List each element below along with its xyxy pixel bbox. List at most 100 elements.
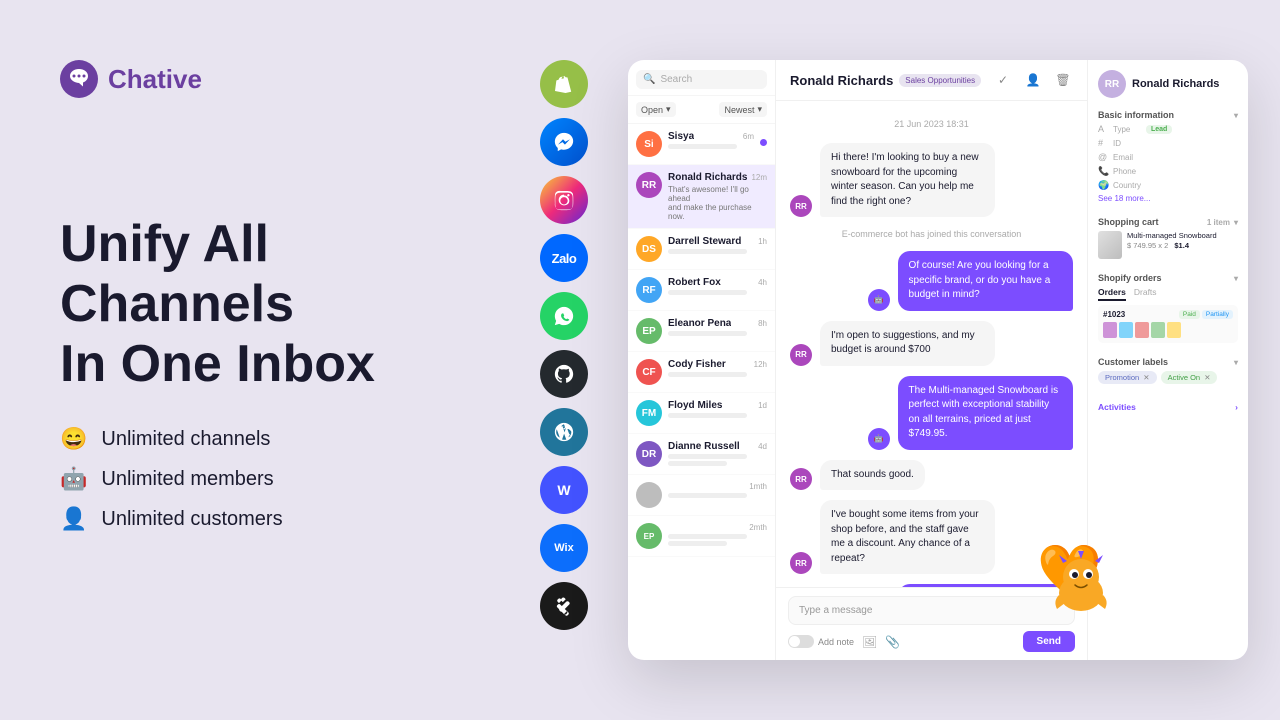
conv-name-darrell: Darrell Steward <box>668 236 741 247</box>
open-filter-label: Open <box>641 105 663 115</box>
conv-preview-unknown2b <box>668 541 727 546</box>
order-bar-4 <box>1151 322 1165 338</box>
send-button[interactable]: Send <box>1023 631 1075 652</box>
check-icon[interactable]: ✓ <box>993 70 1013 90</box>
attachment-icon[interactable]: 📎 <box>885 635 900 649</box>
add-note-toggle[interactable]: Add note <box>788 635 854 648</box>
type-label: Type <box>1113 125 1141 134</box>
tag-active-on: Active On ✕ <box>1161 371 1218 384</box>
conv-item-darrell[interactable]: DS Darrell Steward 1h <box>628 229 775 270</box>
channels-emoji: 😄 <box>60 426 87 452</box>
msg-avatar-2: 🤖 <box>868 289 890 311</box>
conv-preview-unknown1 <box>668 493 747 498</box>
conv-preview-robert <box>668 290 747 295</box>
rp-orders-tabs: Orders Drafts <box>1098 287 1238 301</box>
conv-avatar-unknown1 <box>636 482 662 508</box>
channel-squarespace[interactable] <box>540 582 588 630</box>
conv-item-cody[interactable]: CF Cody Fisher 12h <box>628 352 775 393</box>
conv-name-dianne: Dianne Russell <box>668 441 740 452</box>
conv-item-sisya[interactable]: Si Sisya 6m <box>628 124 775 165</box>
orders-tab-orders[interactable]: Orders <box>1098 287 1126 301</box>
image-icon[interactable]: 🖼 <box>862 635 877 649</box>
conv-item-dianne[interactable]: DR Dianne Russell 4d <box>628 434 775 475</box>
cart-item-name: Multi-managed Snowboard <box>1127 231 1238 241</box>
conv-item-robert[interactable]: RF Robert Fox 4h <box>628 270 775 311</box>
feature-list: 😄 Unlimited channels 🤖 Unlimited members… <box>60 426 480 532</box>
conv-info-dianne: Dianne Russell 4d <box>668 441 767 466</box>
conv-info-cody: Cody Fisher 12h <box>668 359 767 377</box>
conv-item-unknown2[interactable]: EP 2mth <box>628 516 775 557</box>
newest-filter-label: Newest <box>724 105 754 115</box>
email-label: Email <box>1113 153 1141 162</box>
channel-webflow[interactable]: W <box>540 466 588 514</box>
channel-whatsapp[interactable] <box>540 292 588 340</box>
id-icon: # <box>1098 138 1108 148</box>
country-label: Country <box>1113 181 1141 190</box>
search-box[interactable]: 🔍 Search <box>636 70 767 89</box>
activities-row[interactable]: Activities › <box>1098 398 1238 412</box>
channel-shopify[interactable] <box>540 60 588 108</box>
cart-item-price: $ 749.95 x 2 $1.4 <box>1127 241 1238 250</box>
msg-row-2: Of course! Are you looking for a specifi… <box>790 251 1073 311</box>
channel-zalo[interactable]: Zalo <box>540 234 588 282</box>
msg-avatar-4: 🤖 <box>868 428 890 450</box>
message-input-placeholder[interactable]: Type a message <box>788 596 1075 625</box>
hero-section: Unify All Channels In One Inbox 😄 Unlimi… <box>60 215 480 532</box>
toggle-switch[interactable] <box>788 635 814 648</box>
conv-info-sisya: Sisya 6m <box>668 131 754 149</box>
orders-toggle[interactable]: ▾ <box>1234 274 1238 283</box>
conv-item-ronald[interactable]: RR Ronald Richards 12m That's awesome! I… <box>628 165 775 229</box>
channel-wix[interactable]: Wix <box>540 524 588 572</box>
chat-main: Ronald Richards Sales Opportunities ✓ 👤 … <box>776 60 1088 660</box>
channel-instagram[interactable] <box>540 176 588 224</box>
conv-avatar-cody: CF <box>636 359 662 385</box>
orders-tab-drafts[interactable]: Drafts <box>1134 287 1157 301</box>
conv-info-eleanor: Eleanor Pena 8h <box>668 318 767 336</box>
user-icon[interactable]: 👤 <box>1023 70 1043 90</box>
order-bar-3 <box>1135 322 1149 338</box>
rp-section-cart: Shopping cart 1 item ▾ Multi-managed Sno… <box>1098 217 1238 259</box>
trash-icon[interactable]: 🗑 <box>1053 70 1073 90</box>
remove-active-tag[interactable]: ✕ <box>1204 373 1210 382</box>
rp-contact-header: RR Ronald Richards <box>1098 70 1238 98</box>
customers-emoji: 👤 <box>60 506 87 532</box>
open-filter[interactable]: Open ▾ <box>636 102 676 117</box>
labels-toggle[interactable]: ▾ <box>1234 358 1238 367</box>
conv-item-unknown1[interactable]: 1mth <box>628 475 775 516</box>
rp-cart-label: Shopping cart <box>1098 217 1159 227</box>
channel-wordpress[interactable] <box>540 408 588 456</box>
msg-avatar-6: RR <box>790 552 812 574</box>
conv-name-ronald: Ronald Richards <box>668 172 747 183</box>
conv-time-cody: 12h <box>754 360 767 369</box>
channel-messenger[interactable] <box>540 118 588 166</box>
conv-preview-dianne <box>668 454 747 459</box>
rp-order-1023: #1023 Paid Partially <box>1098 305 1238 343</box>
conv-time-unknown2: 2mth <box>749 523 767 532</box>
status-fulfilled: Partially <box>1202 310 1233 319</box>
conv-item-eleanor[interactable]: EP Eleanor Pena 8h <box>628 311 775 352</box>
basic-info-toggle[interactable]: ▾ <box>1234 111 1238 120</box>
conv-name-cody: Cody Fisher <box>668 359 726 370</box>
status-paid: Paid <box>1179 310 1200 319</box>
email-icon: @ <box>1098 152 1108 162</box>
activities-label: Activities <box>1098 402 1136 412</box>
see-more-link[interactable]: See 18 more... <box>1098 194 1238 203</box>
rp-field-id: # ID <box>1098 138 1238 148</box>
order-bar-2 <box>1119 322 1133 338</box>
ui-mockup: 🔍 Search Open ▾ Newest ▾ Si Sisya 6m <box>628 60 1248 660</box>
conv-preview-floyd <box>668 413 747 418</box>
conv-time-eleanor: 8h <box>758 319 767 328</box>
rp-section-labels-header: Customer labels ▾ <box>1098 357 1238 367</box>
channel-github[interactable] <box>540 350 588 398</box>
conv-item-floyd[interactable]: FM Floyd Miles 1d <box>628 393 775 434</box>
newest-filter[interactable]: Newest ▾ <box>719 102 767 117</box>
conv-name-robert: Robert Fox <box>668 277 721 288</box>
rp-section-orders: Shopify orders ▾ Orders Drafts #1023 Pai… <box>1098 273 1238 343</box>
tag-promotion: Promotion ✕ <box>1098 371 1157 384</box>
rp-section-basic: Basic information ▾ A Type Lead # ID @ E… <box>1098 110 1238 203</box>
hero-title: Unify All Channels In One Inbox <box>60 215 480 394</box>
remove-promotion-tag[interactable]: ✕ <box>1143 373 1149 382</box>
conversation-list: Si Sisya 6m RR Ronald Richards 12m <box>628 124 775 660</box>
conv-preview-dianne2 <box>668 461 727 466</box>
cart-toggle[interactable]: ▾ <box>1234 218 1238 227</box>
